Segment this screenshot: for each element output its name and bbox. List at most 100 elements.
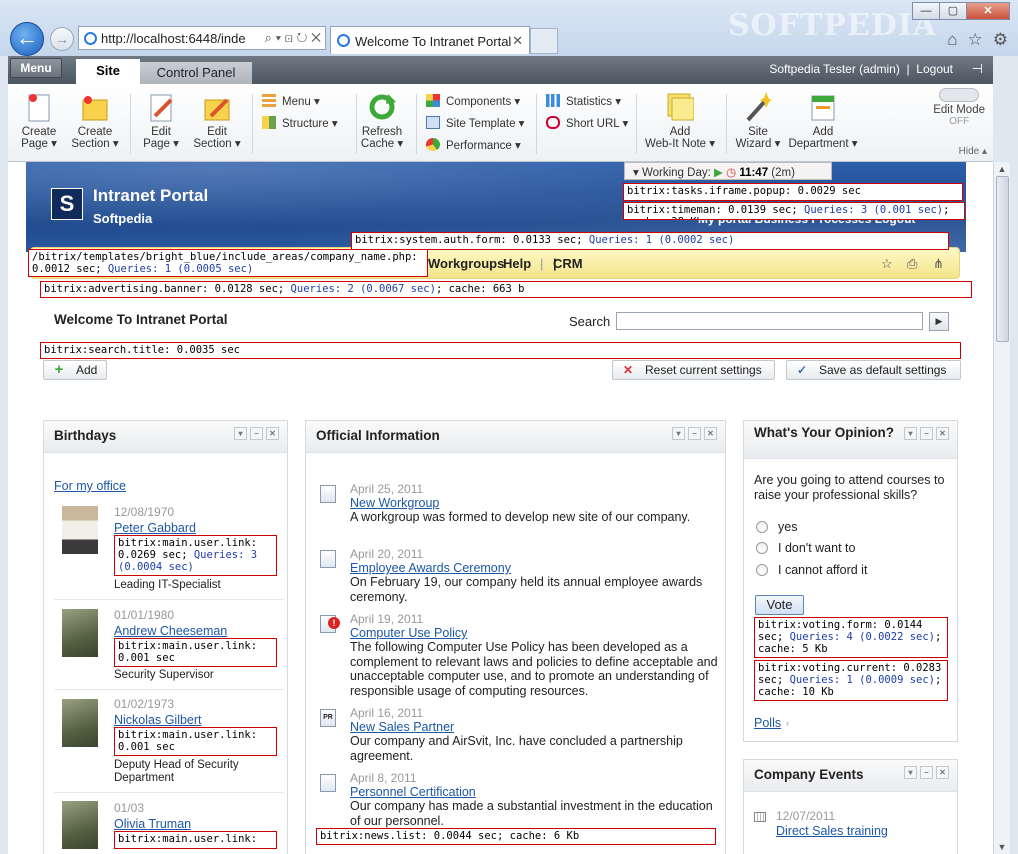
site-title[interactable]: Intranet Portal [93, 186, 208, 206]
person-name-link[interactable]: Andrew Cheeseman [114, 624, 227, 638]
poll-option-dont-want[interactable]: I don't want to [756, 541, 855, 555]
structure-icon [262, 116, 276, 129]
poll-option-cannot-afford[interactable]: I cannot afford it [756, 563, 867, 577]
polls-link[interactable]: Polls [754, 716, 781, 730]
logout-link[interactable]: Logout [916, 62, 953, 76]
person-name-link[interactable]: Olivia Truman [114, 817, 191, 831]
news-date: April 8, 2011 [350, 771, 417, 785]
person-position: Leading IT-Specialist [114, 579, 221, 591]
performance-dropdown[interactable]: Performance ▾ [426, 138, 521, 152]
chevron-down-icon[interactable]: ▾ [904, 427, 917, 440]
panel-menu-button[interactable]: Menu [10, 58, 62, 78]
person-name-link[interactable]: Peter Gabbard [114, 521, 196, 535]
chevron-down-icon[interactable]: ▾ [904, 766, 917, 779]
close-icon[interactable]: ✕ [704, 427, 717, 440]
news-date: April 25, 2011 [350, 482, 424, 496]
minimize-icon[interactable]: – [920, 427, 933, 440]
tab-close-icon[interactable]: ✕ [512, 33, 523, 49]
edit-mode-toggle[interactable]: Edit Mode OFF [933, 88, 985, 127]
browser-tab[interactable]: Welcome To Intranet Portal ✕ [330, 26, 530, 54]
create-page-button[interactable]: Create Page ▾ [16, 92, 62, 150]
working-day-widget[interactable]: ▾ Working Day: ▶ ◷ 11:47 (2m) [624, 162, 832, 180]
close-icon[interactable]: ✕ [936, 427, 949, 440]
tab-control-panel[interactable]: Control Panel [140, 62, 252, 84]
event-title-link[interactable]: Direct Sales training [776, 824, 888, 838]
new-tab-button[interactable] [530, 28, 558, 54]
minimize-icon[interactable]: – [920, 766, 933, 779]
reset-settings-button[interactable]: ✕ Reset current settings [612, 360, 775, 380]
avatar[interactable] [62, 609, 98, 657]
address-bar[interactable]: http://localhost:6448/inde ⌕ ▾ ⊡ ↻ ✕ [78, 26, 326, 50]
edit-page-button[interactable]: Edit Page ▾ [138, 92, 184, 150]
chevron-down-icon[interactable]: ▾ [672, 427, 685, 440]
vertical-scrollbar[interactable]: ▲ ▼ [993, 162, 1010, 854]
short-url-dropdown[interactable]: Short URL ▾ [546, 116, 628, 130]
chevron-down-icon[interactable]: ▾ [234, 427, 247, 440]
favorite-star-icon[interactable]: ☆ [881, 256, 893, 272]
maximize-button[interactable]: ▢ [939, 2, 967, 20]
pin-panel-icon[interactable]: ⊣ [972, 61, 983, 77]
avatar[interactable] [62, 801, 98, 849]
toggle-switch-icon [939, 88, 980, 102]
news-title-link[interactable]: Computer Use Policy [350, 626, 467, 640]
news-title-link[interactable]: Employee Awards Ceremony [350, 561, 511, 575]
search-input[interactable] [616, 312, 923, 330]
print-icon[interactable]: ⎙ [907, 256, 917, 272]
vote-button[interactable]: Vote [755, 595, 804, 615]
create-section-button[interactable]: Create Section ▾ [70, 92, 120, 150]
minimize-button[interactable]: — [912, 2, 940, 20]
address-tools[interactable]: ⌕ ▾ ⊡ ↻ ✕ [260, 30, 321, 46]
site-wizard-button[interactable]: Site Wizard ▾ [734, 92, 782, 150]
scroll-up-icon[interactable]: ▲ [996, 164, 1008, 174]
birthdays-gadget: Birthdays ▾ – ✕ For my office 12/08/1970 P… [43, 420, 288, 854]
search-go-button[interactable]: ▶ [929, 312, 949, 331]
tab-title: Welcome To Intranet Portal [355, 34, 512, 49]
nav-item-crm[interactable]: CRM [553, 256, 583, 271]
portal-logo[interactable]: S [51, 188, 83, 220]
scroll-down-icon[interactable]: ▼ [996, 842, 1008, 852]
nav-item-help[interactable]: Help [503, 256, 531, 271]
admin-panel-bar: Menu Site Control Panel Softpedia Tester… [8, 56, 993, 84]
for-my-office-link[interactable]: For my office [54, 479, 126, 493]
save-default-button[interactable]: ✓ Save as default settings [786, 360, 961, 380]
debug-news-list: bitrix:news.list: 0.0044 sec; cache: 6 K… [316, 828, 716, 845]
tab-site[interactable]: Site [76, 59, 140, 84]
minimize-icon[interactable]: – [250, 427, 263, 440]
news-title-link[interactable]: Personnel Certification [350, 785, 476, 799]
add-webit-note-button[interactable]: Add Web-It Note ▾ [642, 92, 718, 150]
person-name-link[interactable]: Nickolas Gilbert [114, 713, 202, 727]
user-name[interactable]: Softpedia Tester (admin) [769, 62, 900, 76]
menu-icon [262, 94, 276, 107]
minimize-icon[interactable]: – [688, 427, 701, 440]
news-title-link[interactable]: New Workgroup [350, 496, 439, 510]
back-arrow-icon[interactable]: ← [10, 22, 44, 56]
scroll-thumb[interactable] [996, 176, 1009, 342]
refresh-cache-button[interactable]: Refresh Cache ▾ [360, 92, 404, 150]
close-icon[interactable]: ✕ [936, 766, 949, 779]
news-title-link[interactable]: New Sales Partner [350, 720, 454, 734]
sitemap-icon[interactable]: ⋔ [933, 256, 944, 272]
statistics-dropdown[interactable]: Statistics ▾ [546, 94, 621, 108]
favorites-star-icon[interactable]: ☆ [968, 30, 983, 50]
close-icon[interactable]: ✕ [266, 427, 279, 440]
edit-section-button[interactable]: Edit Section ▾ [192, 92, 242, 150]
add-gadget-button[interactable]: + Add [43, 360, 107, 380]
components-dropdown[interactable]: Components ▾ [426, 94, 520, 108]
close-window-button[interactable]: ✕ [966, 2, 1010, 20]
hide-toolbar-link[interactable]: Hide ▴ [959, 146, 987, 157]
add-department-button[interactable]: Add Department ▾ [786, 92, 860, 150]
debug-company-name: /bitrix/templates/bright_blue/include_ar… [28, 249, 428, 277]
forward-arrow-icon[interactable]: → [50, 27, 74, 51]
gear-icon[interactable]: ⚙ [993, 30, 1008, 50]
home-icon[interactable]: ⌂ [947, 30, 957, 50]
link-icon [546, 116, 560, 129]
avatar[interactable] [62, 506, 98, 554]
avatar[interactable] [62, 699, 98, 747]
menu-dropdown[interactable]: Menu ▾ [262, 94, 320, 108]
nav-item-workgroups[interactable]: Workgroups [428, 256, 504, 271]
site-template-dropdown[interactable]: Site Template ▾ [426, 116, 524, 130]
poll-option-yes[interactable]: yes [756, 520, 797, 534]
toolbar-divider [252, 94, 253, 154]
magic-wand-icon [744, 92, 772, 122]
structure-dropdown[interactable]: Structure ▾ [262, 116, 338, 130]
